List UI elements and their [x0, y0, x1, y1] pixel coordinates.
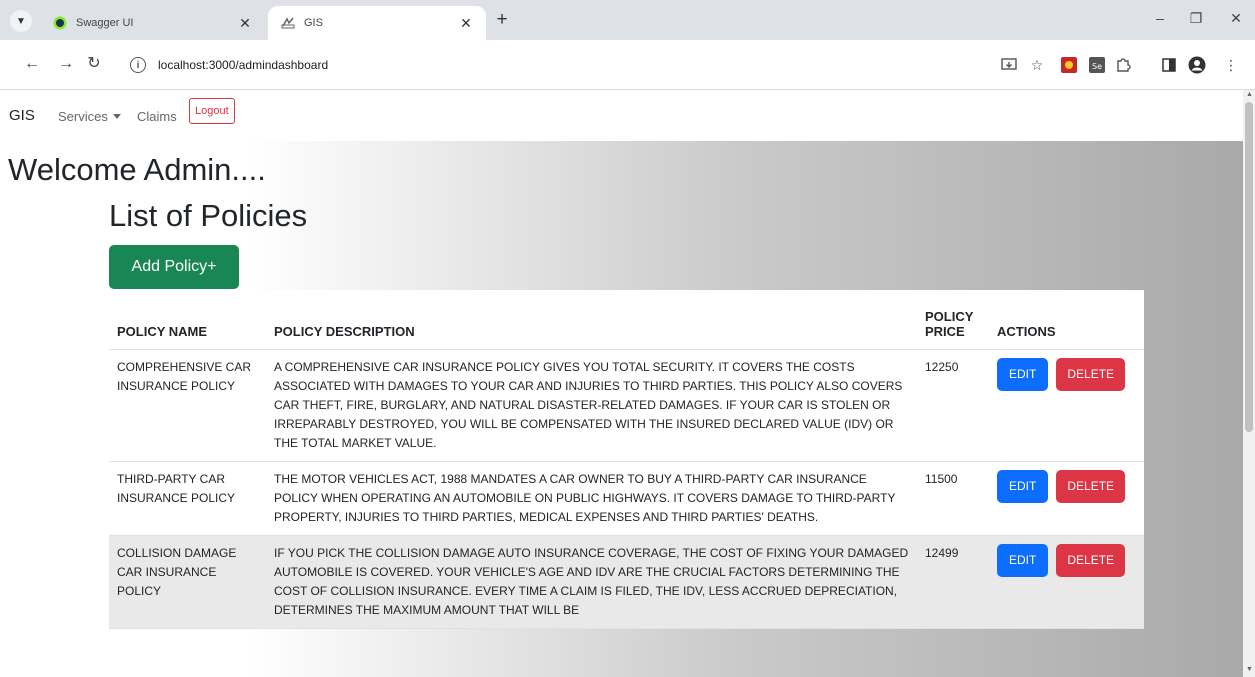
header-policy-price: POLICY PRICE [917, 290, 989, 350]
tab-title: Swagger UI [76, 17, 134, 29]
browser-toolbar: ← → ↻ i localhost:3000/admindashboard ☆ … [0, 40, 1255, 90]
nav-claims-link[interactable]: Claims [137, 109, 177, 124]
policy-price-cell: 11500 [917, 461, 989, 536]
edit-policy-button[interactable]: EDIT [997, 469, 1049, 503]
browser-tab-strip: ▼ Swagger UI ✕ GIS ✕ + – ❐ ✕ [0, 0, 1255, 40]
svg-text:Se: Se [1092, 62, 1102, 71]
page-scrollbar[interactable]: ▲ ▼ [1243, 90, 1255, 677]
add-policy-button[interactable]: Add Policy+ [109, 245, 239, 289]
swagger-favicon-icon [52, 15, 68, 31]
tab-gis[interactable]: GIS ✕ [268, 6, 486, 40]
app-navbar: GIS Services Claims Logout [0, 90, 1243, 141]
back-arrow-icon[interactable]: ← [22, 55, 42, 73]
new-tab-plus-icon[interactable]: + [492, 10, 512, 29]
edit-policy-button[interactable]: EDIT [997, 543, 1049, 577]
address-url[interactable]: localhost:3000/admindashboard [158, 58, 328, 72]
caret-down-icon [112, 114, 121, 119]
install-app-icon[interactable] [1000, 56, 1018, 74]
profile-avatar-icon[interactable] [1188, 56, 1206, 74]
gis-favicon-icon [280, 15, 296, 31]
table-row: COMPREHENSIVE CAR INSURANCE POLICY A COM… [109, 349, 1144, 462]
policy-price-cell: 12499 [917, 535, 989, 629]
policy-actions-cell: EDIT DELETE [989, 535, 1144, 629]
header-actions: ACTIONS [989, 290, 1144, 350]
page-viewport: GIS Services Claims Logout Welcome Admin… [0, 90, 1243, 677]
policies-table: POLICY NAME POLICY DESCRIPTION POLICY PR… [109, 290, 1144, 629]
extension-red-icon[interactable] [1060, 56, 1078, 74]
policy-description-cell: THE MOTOR VEHICLES ACT, 1988 MANDATES A … [266, 461, 917, 536]
header-policy-name: POLICY NAME [109, 290, 266, 350]
delete-policy-button[interactable]: DELETE [1056, 357, 1126, 391]
policy-name-cell: THIRD-PARTY CAR INSURANCE POLICY [109, 461, 266, 536]
bookmark-star-icon[interactable]: ☆ [1028, 56, 1046, 74]
tab-title: GIS [304, 17, 323, 29]
policy-actions-cell: EDIT DELETE [989, 461, 1144, 536]
address-bar[interactable]: i localhost:3000/admindashboard [120, 48, 1120, 82]
policy-actions-cell: EDIT DELETE [989, 349, 1144, 462]
edit-policy-button[interactable]: EDIT [997, 357, 1049, 391]
window-close-icon[interactable]: ✕ [1226, 10, 1246, 27]
nav-services-dropdown[interactable]: Services [58, 109, 121, 124]
restore-icon[interactable]: ❐ [1186, 10, 1206, 27]
table-row: COLLISION DAMAGE CAR INSURANCE POLICY IF… [109, 535, 1144, 629]
delete-policy-button[interactable]: DELETE [1056, 469, 1126, 503]
tab-close-icon[interactable]: ✕ [237, 15, 253, 32]
minimize-icon[interactable]: – [1150, 10, 1170, 26]
browser-menu-kebab-icon[interactable]: ⋮ [1222, 56, 1240, 74]
table-row: THIRD-PARTY CAR INSURANCE POLICY THE MOT… [109, 461, 1144, 536]
delete-policy-button[interactable]: DELETE [1056, 543, 1126, 577]
extension-se-icon[interactable]: Se [1088, 56, 1106, 74]
welcome-heading: Welcome Admin.... [8, 152, 266, 187]
policy-description-cell: A COMPREHENSIVE CAR INSURANCE POLICY GIV… [266, 349, 917, 462]
extensions-puzzle-icon[interactable] [1114, 56, 1132, 74]
forward-arrow-icon[interactable]: → [56, 55, 76, 73]
nav-services-label: Services [58, 109, 108, 124]
tab-swagger-ui[interactable]: Swagger UI ✕ [40, 6, 265, 40]
tab-search-chevron-icon[interactable]: ▼ [10, 10, 32, 32]
side-panel-icon[interactable] [1160, 56, 1178, 74]
table-header-row: POLICY NAME POLICY DESCRIPTION POLICY PR… [109, 290, 1144, 350]
policy-name-cell: COMPREHENSIVE CAR INSURANCE POLICY [109, 349, 266, 462]
navbar-brand[interactable]: GIS [9, 107, 35, 124]
header-policy-description: POLICY DESCRIPTION [266, 290, 917, 350]
scroll-down-arrow-icon[interactable]: ▼ [1246, 666, 1253, 673]
tab-close-icon[interactable]: ✕ [458, 15, 474, 32]
scrollbar-thumb[interactable] [1245, 102, 1253, 432]
reload-icon[interactable]: ↻ [84, 55, 104, 73]
logout-button[interactable]: Logout [189, 98, 235, 124]
policy-name-cell: COLLISION DAMAGE CAR INSURANCE POLICY [109, 535, 266, 629]
list-title: List of Policies [109, 198, 308, 233]
policy-description-cell: IF YOU PICK THE COLLISION DAMAGE AUTO IN… [266, 535, 917, 629]
policy-price-cell: 12250 [917, 349, 989, 462]
scroll-up-arrow-icon[interactable]: ▲ [1246, 91, 1253, 98]
site-info-icon[interactable]: i [130, 57, 146, 73]
